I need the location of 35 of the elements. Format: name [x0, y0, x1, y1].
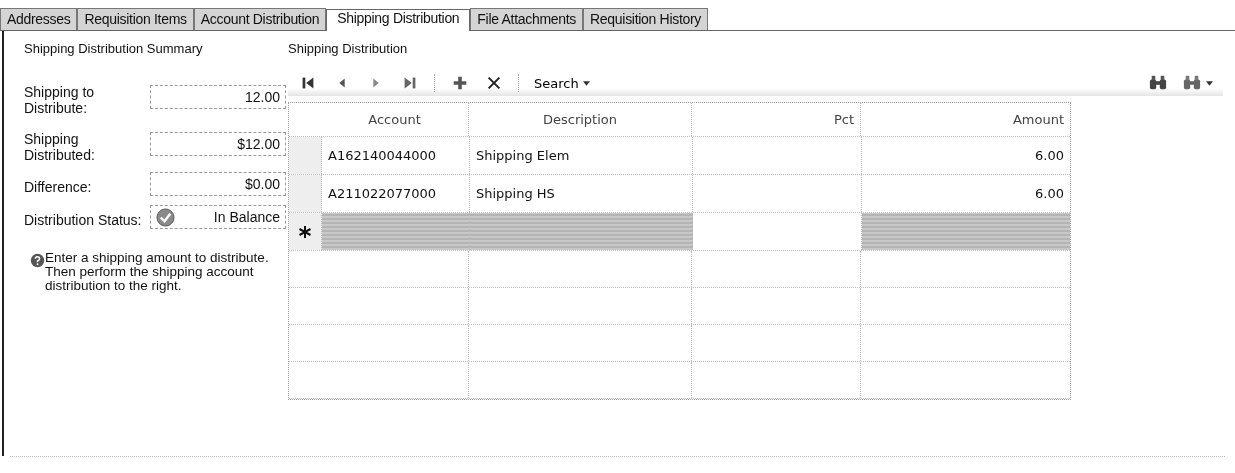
column-header[interactable]: Account: [321, 103, 469, 136]
caret-icon: [582, 80, 590, 86]
caret-icon[interactable]: [1206, 80, 1213, 86]
tab[interactable]: Account Distribution: [193, 8, 327, 30]
tab[interactable]: Addresses: [0, 8, 78, 30]
tab[interactable]: Requisition Items: [77, 8, 194, 30]
tab[interactable]: Requisition History: [583, 8, 709, 30]
field-label: Distribution Status:: [24, 212, 143, 228]
input-field[interactable]: $0.00: [149, 172, 286, 196]
binoculars-icon[interactable]: [1148, 74, 1168, 92]
help-text: Enter a shipping amount to distribute. Then perform the shipping account distribution to the right.: [45, 251, 270, 293]
table-cell: Shipping HS: [476, 186, 555, 201]
tab[interactable]: File Attachments: [470, 8, 584, 30]
input-field[interactable]: $12.00: [149, 132, 286, 156]
status-field: In Balance: [149, 205, 286, 229]
asterisk-icon: [298, 224, 312, 239]
field-label: Shipping Distributed:: [24, 131, 96, 163]
help-icon: [30, 253, 45, 268]
table-cell: A162140044000: [328, 148, 437, 163]
table-cell: 6.00: [1035, 186, 1064, 201]
table-cell: Shipping Elem: [476, 148, 570, 163]
binoculars-icon[interactable]: [1182, 74, 1202, 92]
table-cell: 6.00: [1035, 148, 1064, 163]
check-icon: [155, 207, 175, 227]
column-header[interactable]: Pct: [692, 103, 861, 136]
section-title: Shipping Distribution Summary: [24, 41, 204, 56]
table-cell: A211022077000: [328, 186, 437, 201]
tab[interactable]: Shipping Distribution: [326, 9, 471, 31]
field-label: Difference:: [24, 179, 93, 195]
column-header[interactable]: Amount: [861, 103, 1070, 136]
search-button[interactable]: Search: [534, 73, 590, 93]
column-header[interactable]: Description: [469, 103, 692, 136]
field-label: Shipping to Distribute:: [24, 84, 96, 116]
section-title: Shipping Distribution: [288, 41, 409, 56]
input-field[interactable]: 12.00: [149, 85, 286, 109]
